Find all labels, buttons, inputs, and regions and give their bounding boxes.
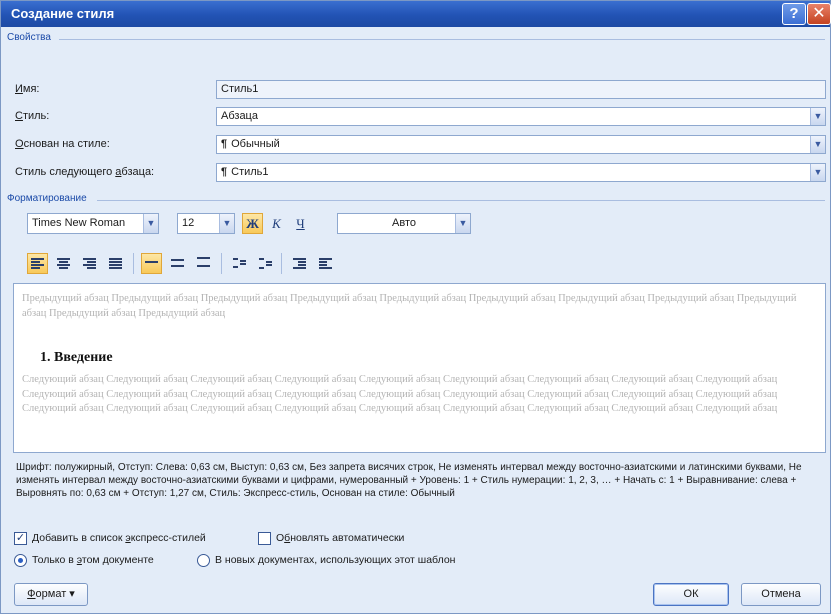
next-style-select[interactable]: ¶ Стиль1 ▼ — [216, 163, 826, 182]
style-type-label: Стиль: — [15, 110, 50, 122]
auto-update-label[interactable]: Обновлять автоматически — [276, 532, 404, 544]
line-spacing-single-button[interactable] — [141, 253, 162, 274]
based-on-value: Обычный — [231, 138, 280, 150]
style-preview: Предыдущий абзац Предыдущий абзац Предыд… — [13, 283, 826, 453]
line-spacing-double-icon — [197, 257, 210, 268]
font-color-value: Авто — [392, 217, 416, 229]
help-icon[interactable]: ? — [782, 3, 806, 25]
space-after-icon — [259, 258, 272, 269]
preview-heading: 1. Введение — [40, 350, 113, 365]
align-right-button[interactable] — [79, 253, 100, 274]
align-center-button[interactable] — [53, 253, 74, 274]
only-this-document-radio[interactable] — [14, 554, 27, 567]
preview-next-paragraph: Следующий абзац Следующий абзац Следующи… — [22, 374, 778, 414]
add-to-quick-styles-checkbox[interactable]: ✓ — [14, 532, 27, 545]
formatting-header: Форматирование — [7, 193, 87, 204]
align-right-icon — [83, 258, 96, 269]
chevron-down-icon[interactable]: ▼ — [455, 214, 470, 233]
space-before-button[interactable] — [229, 253, 250, 274]
chevron-down-icon[interactable]: ▼ — [810, 136, 825, 153]
line-spacing-double-button[interactable] — [193, 253, 214, 274]
font-size-select[interactable]: 12 ▼ — [177, 213, 235, 234]
close-icon[interactable]: ✕ — [807, 3, 831, 25]
indent-increase-icon — [319, 258, 332, 269]
only-this-document-label[interactable]: Только в этом документе — [32, 554, 154, 566]
chevron-down-icon[interactable]: ▼ — [143, 214, 158, 233]
paragraph-mark-icon: ¶ — [221, 138, 228, 150]
space-after-button[interactable] — [255, 253, 276, 274]
indent-increase-button[interactable] — [315, 253, 336, 274]
style-description: Шрифт: полужирный, Отступ: Слева: 0,63 с… — [16, 462, 802, 499]
line-spacing-onehalf-button[interactable] — [167, 253, 188, 274]
new-documents-label[interactable]: В новых документах, использующих этот ша… — [215, 554, 455, 566]
create-style-dialog: Создание стиля ? ✕ Свойства Имя: Стиль1 … — [0, 0, 831, 614]
name-value: Стиль1 — [221, 83, 259, 95]
next-style-value: Стиль1 — [231, 166, 269, 178]
next-style-label: Стиль следующего абзаца: — [15, 166, 155, 178]
align-justify-icon — [109, 258, 122, 269]
font-name-value: Times New Roman — [32, 217, 126, 229]
paragraph-mark-icon: ¶ — [221, 166, 228, 178]
indent-decrease-button[interactable] — [289, 253, 310, 274]
align-left-icon — [31, 258, 44, 269]
preview-previous-paragraph: Предыдущий абзац Предыдущий абзац Предыд… — [22, 293, 797, 319]
cancel-button[interactable]: Отмена — [741, 583, 821, 606]
title-bar[interactable]: Создание стиля ? ✕ — [1, 1, 831, 27]
formatting-divider — [97, 200, 825, 201]
chevron-down-icon[interactable]: ▼ — [810, 108, 825, 125]
align-left-button[interactable] — [27, 253, 48, 274]
font-name-select[interactable]: Times New Roman ▼ — [27, 213, 159, 234]
name-input[interactable]: Стиль1 — [216, 80, 826, 99]
style-type-value: Абзаца — [221, 110, 258, 122]
format-menu-button[interactable]: Формат ▾ — [14, 583, 88, 606]
properties-header: Свойства — [7, 32, 51, 43]
chevron-down-icon[interactable]: ▼ — [219, 214, 234, 233]
toolbar-separator — [221, 253, 222, 274]
bold-button[interactable]: Ж — [242, 213, 263, 234]
style-type-select[interactable]: Абзаца ▼ — [216, 107, 826, 126]
name-label: Имя: — [15, 83, 40, 95]
add-to-quick-styles-label[interactable]: Добавить в список экспресс-стилей — [32, 532, 206, 544]
line-spacing-onehalf-icon — [171, 259, 184, 270]
dialog-title: Создание стиля — [11, 6, 115, 21]
auto-update-checkbox[interactable] — [258, 532, 271, 545]
based-on-select[interactable]: ¶ Обычный ▼ — [216, 135, 826, 154]
font-size-value: 12 — [182, 217, 195, 229]
properties-divider — [59, 39, 825, 40]
line-spacing-single-icon — [145, 261, 158, 272]
chevron-down-icon[interactable]: ▼ — [810, 164, 825, 181]
ok-button[interactable]: ОК — [653, 583, 729, 606]
align-center-icon — [57, 258, 70, 269]
toolbar-separator — [281, 253, 282, 274]
font-color-select[interactable]: Авто ▼ — [337, 213, 471, 234]
underline-button[interactable]: Ч — [290, 213, 311, 234]
toolbar-separator — [133, 253, 134, 274]
new-documents-radio[interactable] — [197, 554, 210, 567]
italic-button[interactable]: К — [266, 213, 287, 234]
align-justify-button[interactable] — [105, 253, 126, 274]
space-before-icon — [233, 258, 246, 269]
based-on-label: Основан на стиле: — [15, 138, 110, 150]
indent-decrease-icon — [293, 258, 306, 269]
